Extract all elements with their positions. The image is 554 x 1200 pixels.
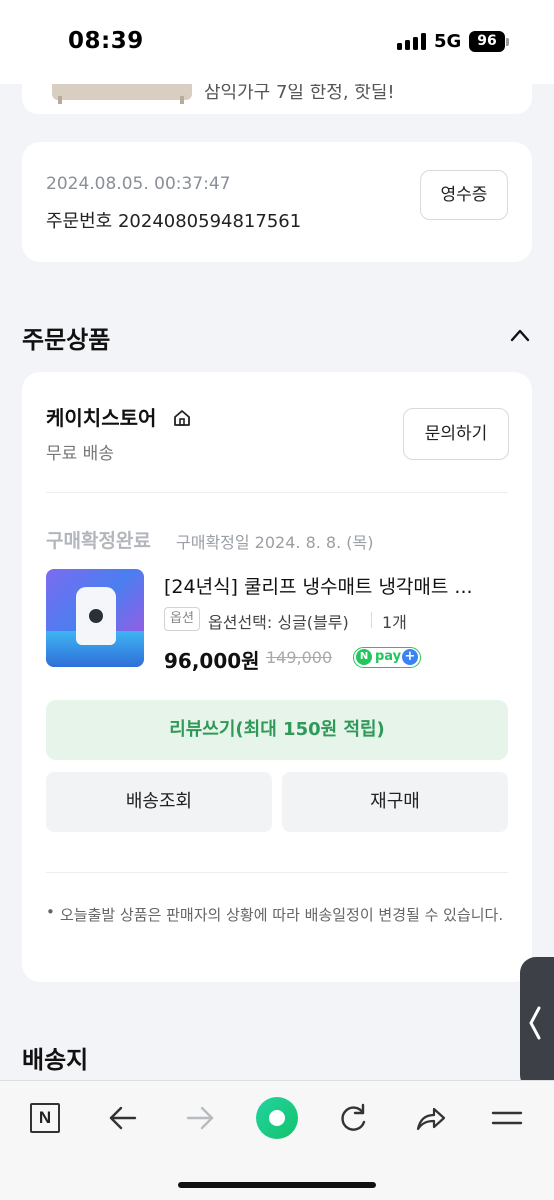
write-review-button[interactable]: 리뷰쓰기(최대 150원 적립) <box>46 700 508 760</box>
network-label: 5G <box>434 31 462 52</box>
divider <box>46 492 508 493</box>
menu-icon[interactable] <box>490 1101 524 1135</box>
status-bar: 08:39 5G 96 <box>0 0 554 84</box>
npay-plus-icon: + <box>402 649 418 665</box>
signal-icon <box>397 33 426 50</box>
option-quantity: 1개 <box>382 613 407 632</box>
back-arrow-icon[interactable] <box>106 1101 140 1135</box>
order-datetime: 2024.08.05. 00:37:47 <box>46 174 231 194</box>
status-time: 08:39 <box>68 28 144 54</box>
order-info-card: 2024.08.05. 00:37:47 주문번호 20240805948175… <box>22 142 532 262</box>
option-badge: 옵션 <box>164 607 200 631</box>
option-text: 옵션선택: 싱글(블루) <box>208 613 349 632</box>
product-price: 96,000원 <box>164 649 260 673</box>
product-title[interactable]: [24년식] 쿨리프 냉수매트 냉각매트 ... <box>164 572 504 599</box>
order-number: 주문번호 2024080594817561 <box>46 211 302 232</box>
forward-arrow-icon[interactable] <box>183 1101 217 1135</box>
option-separator <box>371 612 372 628</box>
npay-text: pay <box>375 649 402 664</box>
npay-plus-badge: N pay + <box>353 647 421 668</box>
purchase-status: 구매확정완료 <box>46 530 151 552</box>
battery-icon: 96 <box>469 31 505 52</box>
thumbnail-dial <box>89 609 103 623</box>
order-items-card: 케이치스토어 무료 배송 문의하기 구매확정완료 구매확정일 2024. 8. … <box>22 372 532 982</box>
receipt-button[interactable]: 영수증 <box>420 170 508 220</box>
store-name[interactable]: 케이치스토어 <box>46 402 156 431</box>
sofa-leg <box>58 96 62 104</box>
divider <box>46 872 508 873</box>
share-icon[interactable] <box>413 1101 447 1135</box>
product-thumbnail[interactable] <box>46 569 144 667</box>
original-price: 149,000 <box>266 648 333 667</box>
delivery-notice: 오늘출발 상품은 판매자의 상황에 따라 배송일정이 변경될 수 있습니다. <box>60 906 504 924</box>
order-items-title: 주문상품 <box>22 326 111 354</box>
inquiry-button[interactable]: 문의하기 <box>403 408 509 460</box>
sofa-leg <box>180 96 184 104</box>
side-panel-handle[interactable] <box>520 957 554 1091</box>
n-icon[interactable]: N <box>30 1103 60 1133</box>
battery-tip <box>506 38 509 46</box>
store-home-icon[interactable] <box>172 408 192 428</box>
home-indicator <box>178 1182 376 1188</box>
purchase-confirm-date: 구매확정일 2024. 8. 8. (목) <box>176 533 374 552</box>
refresh-icon[interactable] <box>336 1101 370 1135</box>
npay-n-icon: N <box>356 649 372 665</box>
track-delivery-button[interactable]: 배송조회 <box>46 772 272 832</box>
rebuy-button[interactable]: 재구매 <box>282 772 508 832</box>
chevron-left-icon <box>529 1006 541 1040</box>
shipping-address-title: 배송지 <box>22 1046 89 1074</box>
green-dot-icon[interactable] <box>256 1097 298 1139</box>
chevron-up-icon[interactable] <box>510 328 530 342</box>
shipping-fee: 무료 배송 <box>46 444 114 464</box>
